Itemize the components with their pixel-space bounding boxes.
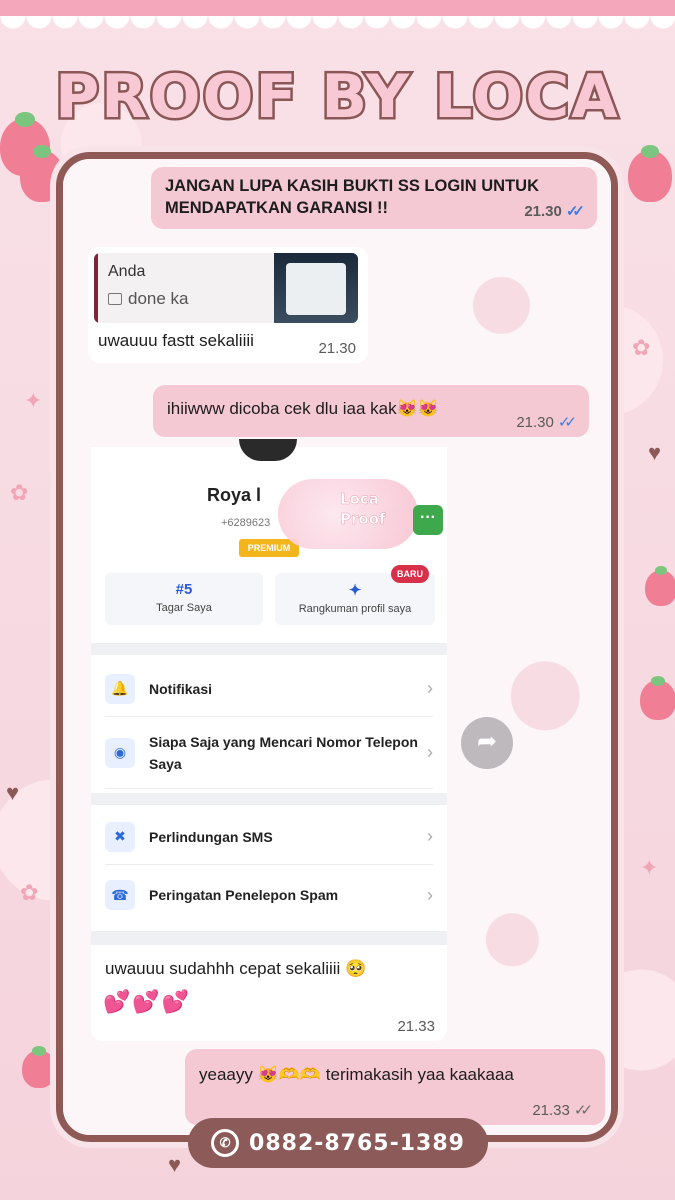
chevron-right-icon: › bbox=[427, 678, 433, 698]
message-text: yeaayy 😻🫶🫶 terimakasih yaa kaakaaa bbox=[199, 1065, 514, 1084]
phone-block-icon: ☎ bbox=[105, 880, 135, 910]
message-text: JANGAN LUPA KASIH BUKTI SS LOGIN UNTUK M… bbox=[165, 177, 540, 217]
message-time: 21.30 bbox=[516, 413, 554, 431]
message-text: uwauuu fastt sekaliiii bbox=[98, 331, 254, 350]
outgoing-message[interactable]: yeaayy 😻🫶🫶 terimakasih yaa kaakaaa 21.33… bbox=[185, 1049, 605, 1125]
menu-item-search-number: ◉ Siapa Saja yang Mencari Nomor Telepon … bbox=[105, 717, 433, 789]
chevron-right-icon: › bbox=[427, 742, 433, 762]
double-check-icon: ✓✓ bbox=[573, 1102, 593, 1119]
outgoing-message[interactable]: JANGAN LUPA KASIH BUKTI SS LOGIN UNTUK M… bbox=[151, 167, 597, 229]
strawberry-decoration bbox=[628, 144, 672, 202]
divider bbox=[91, 793, 447, 805]
eye-icon: ◉ bbox=[105, 737, 135, 768]
tagar-label: Tagar Saya bbox=[156, 602, 212, 614]
message-text: uwauuu sudahhh cepat sekaliiii 🥺 bbox=[105, 959, 367, 978]
shield-icon: ✖ bbox=[105, 821, 135, 852]
quoted-text: done ka bbox=[128, 289, 189, 308]
whatsapp-icon: ✆ bbox=[211, 1129, 240, 1157]
hearts-emoji: 💕💕💕 bbox=[103, 989, 192, 1014]
profile-number: +6289623 bbox=[221, 517, 271, 529]
quoted-thumbnail bbox=[274, 253, 358, 323]
chat-bubble-icon: ··· bbox=[413, 505, 443, 535]
quoted-content: done ka bbox=[108, 289, 189, 309]
outgoing-message[interactable]: ihiiwww dicoba cek dlu iaa kak😻😻 21.30 ✓… bbox=[153, 385, 589, 437]
message-time: 21.30 bbox=[318, 340, 356, 357]
profile-name: Roya l bbox=[207, 485, 262, 505]
image-icon bbox=[108, 293, 122, 305]
watermark-stamp: Loca Proof bbox=[278, 479, 418, 549]
menu-item-notifikasi: 🔔 Notifikasi › bbox=[105, 661, 433, 717]
star-icon: ✦ bbox=[640, 855, 659, 880]
divider bbox=[91, 643, 447, 655]
menu-label: Perlindungan SMS bbox=[149, 828, 273, 845]
profile-screenshot[interactable]: Roya l +6289623 PREMIUM Loca Proof ··· #… bbox=[91, 439, 447, 945]
bell-icon: 🔔 bbox=[105, 673, 135, 704]
divider bbox=[91, 931, 447, 945]
menu-label: Notifikasi bbox=[149, 680, 213, 697]
star-icon: ✿ bbox=[20, 880, 39, 905]
phone-number: 0882-8765-1389 bbox=[249, 1130, 465, 1156]
tagar-card: #5 Tagar Saya bbox=[105, 573, 263, 625]
heart-icon: ♥ bbox=[648, 440, 662, 465]
summary-label: Rangkuman profil saya bbox=[298, 603, 412, 615]
strawberry-decoration bbox=[640, 676, 675, 720]
strawberry-decoration bbox=[645, 566, 675, 606]
premium-badge: PREMIUM bbox=[239, 539, 299, 557]
star-icon: ✿ bbox=[632, 335, 651, 360]
heart-icon: ♥ bbox=[168, 1152, 182, 1177]
sparkle-icon: ✦ bbox=[348, 582, 362, 599]
contact-phone-pill[interactable]: ✆ 0882-8765-1389 bbox=[188, 1118, 488, 1168]
star-icon: ✦ bbox=[24, 388, 43, 413]
star-icon: ✿ bbox=[10, 480, 29, 505]
message-text: ihiiwww dicoba cek dlu iaa kak😻😻 bbox=[167, 399, 439, 418]
summary-card: BARU ✦ Rangkuman profil saya bbox=[275, 565, 435, 625]
top-band bbox=[0, 0, 675, 16]
message-time: 21.33 bbox=[397, 1018, 435, 1035]
double-check-icon: ✓✓ bbox=[557, 414, 577, 431]
message-meta: 21.30 ✓✓ bbox=[516, 413, 577, 432]
chat-frame: JANGAN LUPA KASIH BUKTI SS LOGIN UNTUK M… bbox=[56, 152, 618, 1142]
incoming-message[interactable]: uwauuu sudahhh cepat sekaliiii 🥺 💕💕💕 21.… bbox=[91, 945, 447, 1041]
strawberry-decoration bbox=[22, 1046, 56, 1088]
menu-item-spam-warning: ☎ Peringatan Penelepon Spam › bbox=[105, 865, 433, 925]
incoming-message[interactable]: Anda done ka uwauuu fastt sekaliiii 21.3… bbox=[88, 247, 368, 363]
quoted-author: Anda bbox=[108, 263, 146, 280]
tagar-value: #5 bbox=[175, 581, 193, 598]
message-meta: 21.33 bbox=[397, 1018, 435, 1035]
scallop-border bbox=[0, 16, 675, 42]
menu-label: Peringatan Penelepon Spam bbox=[149, 887, 339, 903]
message-time: 21.30 bbox=[524, 203, 562, 220]
page-title: PROOF BY LOCA bbox=[53, 60, 620, 135]
menu-label: Siapa Saja yang Mencari Nomor Telepon Sa… bbox=[149, 733, 418, 772]
forward-icon[interactable]: ➦ bbox=[461, 717, 513, 769]
message-meta: 21.30 ✓✓ bbox=[524, 201, 585, 223]
quoted-message[interactable]: Anda done ka bbox=[94, 253, 358, 323]
message-meta: 21.30 bbox=[318, 340, 356, 357]
quote-bar bbox=[94, 253, 98, 323]
avatar bbox=[239, 439, 297, 461]
double-check-icon: ✓✓ bbox=[565, 203, 585, 220]
message-meta: 21.33 ✓✓ bbox=[532, 1101, 593, 1120]
heart-icon: ♥ bbox=[6, 780, 20, 805]
new-badge: BARU bbox=[391, 565, 429, 583]
watermark-text: Loca Proof bbox=[340, 490, 386, 529]
chevron-right-icon: › bbox=[427, 826, 433, 846]
chevron-right-icon: › bbox=[427, 884, 433, 905]
menu-item-sms-protection: ✖ Perlindungan SMS › bbox=[105, 809, 433, 865]
message-time: 21.33 bbox=[532, 1101, 570, 1119]
